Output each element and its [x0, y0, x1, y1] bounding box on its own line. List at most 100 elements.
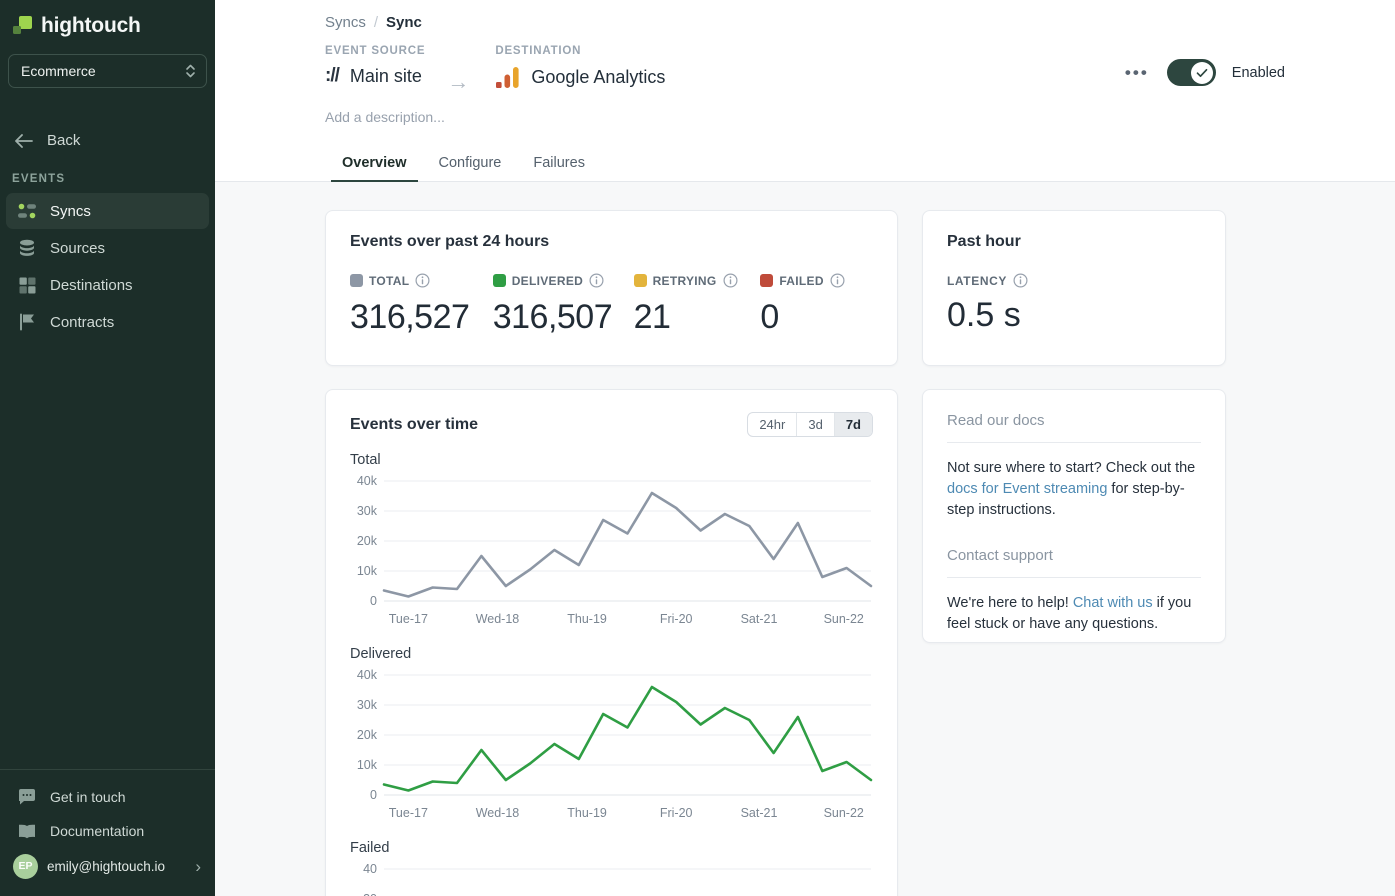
enabled-toggle[interactable] — [1167, 59, 1216, 86]
breadcrumb-parent[interactable]: Syncs — [325, 14, 366, 31]
overflow-menu-button[interactable]: ••• — [1123, 60, 1151, 85]
contact-support-block: Contact support We're here to help! Chat… — [947, 547, 1201, 635]
sidebar-item-label: Sources — [50, 240, 105, 257]
svg-text:Sat-21: Sat-21 — [741, 806, 778, 820]
svg-text:40k: 40k — [357, 668, 378, 682]
info-icon[interactable] — [723, 273, 738, 288]
svg-text:Sat-21: Sat-21 — [741, 612, 778, 626]
user-account-button[interactable]: EP emily@hightouch.io › — [6, 848, 209, 884]
get-in-touch-button[interactable]: Get in touch — [6, 780, 209, 814]
metric-failed: FAILED 0 — [760, 273, 873, 337]
past-hour-title: Past hour — [947, 233, 1201, 251]
page-header: Syncs / Sync EVENT SOURCE :// Main site … — [215, 0, 1395, 181]
description-placeholder[interactable]: Add a description... — [325, 109, 1285, 125]
svg-text:0: 0 — [370, 788, 377, 802]
failed-swatch-icon — [760, 274, 773, 287]
check-icon — [1196, 68, 1208, 78]
svg-text:Fri-20: Fri-20 — [660, 612, 693, 626]
metric-value: 0 — [760, 298, 873, 337]
back-button[interactable]: Back — [0, 120, 215, 159]
chat-bubble-icon — [17, 789, 37, 805]
book-icon — [17, 824, 37, 839]
tab-bar: Overview Configure Failures — [331, 147, 1285, 181]
documentation-button[interactable]: Documentation — [6, 814, 209, 848]
metrics-row: TOTAL 316,527 — [350, 273, 873, 337]
support-text: We're here to help! — [947, 595, 1073, 611]
delivered-line-chart: 010k20k30k40kTue-17Wed-18Thu-19Fri-20Sat… — [350, 665, 875, 829]
delivered-chart-label: Delivered — [350, 646, 873, 662]
destination-label: DESTINATION — [495, 45, 665, 57]
back-arrow-icon — [14, 134, 33, 148]
info-icon[interactable] — [589, 273, 604, 288]
metric-value: 316,527 — [350, 298, 493, 337]
svg-text:Thu-19: Thu-19 — [567, 806, 607, 820]
time-range-selector: 24hr 3d 7d — [747, 412, 873, 437]
source-destination-row: EVENT SOURCE :// Main site → DESTINATION — [325, 45, 1285, 93]
info-icon[interactable] — [1013, 273, 1028, 288]
back-label: Back — [47, 132, 80, 149]
workspace-selector[interactable]: Ecommerce — [8, 54, 207, 88]
info-icon[interactable] — [415, 273, 430, 288]
svg-text:40k: 40k — [357, 474, 378, 488]
sidebar-item-contracts[interactable]: Contracts — [6, 304, 209, 340]
google-analytics-icon — [495, 65, 520, 90]
tab-overview[interactable]: Overview — [331, 147, 418, 181]
chat-with-us-link[interactable]: Chat with us — [1073, 595, 1153, 611]
sidebar-item-destinations[interactable]: Destinations — [6, 267, 209, 303]
tab-configure[interactable]: Configure — [428, 147, 513, 181]
metric-value: 21 — [634, 298, 761, 337]
sidebar-nav: Syncs Sources — [0, 193, 215, 340]
sidebar-item-label: Destinations — [50, 277, 133, 294]
svg-text:Tue-17: Tue-17 — [389, 806, 428, 820]
delivered-swatch-icon — [493, 274, 506, 287]
header-controls: ••• Enabled — [1123, 45, 1285, 86]
svg-text:10k: 10k — [357, 758, 378, 772]
events-section-label: EVENTS — [0, 159, 215, 193]
event-streaming-docs-link[interactable]: docs for Event streaming — [947, 481, 1107, 497]
metric-delivered: DELIVERED 316,507 — [493, 273, 634, 337]
breadcrumb-current: Sync — [386, 14, 422, 31]
js-source-icon: :// — [325, 65, 339, 87]
events-over-time-card: Events over time 24hr 3d 7d Total 010k20… — [325, 389, 898, 896]
chevron-right-icon: › — [195, 858, 201, 875]
past-hour-card: Past hour LATENCY 0.5 s — [922, 210, 1226, 366]
svg-text:20k: 20k — [357, 534, 378, 548]
grid-icon — [17, 275, 37, 295]
svg-text:20k: 20k — [357, 728, 378, 742]
workspace-selector-value: Ecommerce — [21, 63, 96, 79]
svg-text:Sun-22: Sun-22 — [824, 612, 864, 626]
destination-block: DESTINATION Google Analytics — [495, 45, 665, 90]
database-icon — [17, 238, 37, 258]
svg-text:Tue-17: Tue-17 — [389, 612, 428, 626]
enabled-toggle-label: Enabled — [1232, 65, 1285, 81]
destination-name: Google Analytics — [531, 67, 665, 88]
info-icon[interactable] — [830, 273, 845, 288]
tab-failures[interactable]: Failures — [522, 147, 596, 181]
svg-text:30k: 30k — [357, 698, 378, 712]
hightouch-logo: hightouch — [0, 0, 215, 50]
svg-text:Sun-22: Sun-22 — [824, 806, 864, 820]
up-down-chevron-icon — [185, 63, 196, 79]
latency-label: LATENCY — [947, 274, 1007, 288]
range-24hr-button[interactable]: 24hr — [748, 413, 797, 436]
syncs-icon — [17, 201, 37, 221]
metric-label: RETRYING — [653, 274, 717, 288]
events-24h-card: Events over past 24 hours TOTAL — [325, 210, 898, 366]
breadcrumb: Syncs / Sync — [325, 14, 1285, 31]
sidebar-item-syncs[interactable]: Syncs — [6, 193, 209, 229]
sidebar-item-sources[interactable]: Sources — [6, 230, 209, 266]
range-3d-button[interactable]: 3d — [797, 413, 834, 436]
retrying-swatch-icon — [634, 274, 647, 287]
total-line-chart: 010k20k30k40kTue-17Wed-18Thu-19Fri-20Sat… — [350, 471, 875, 635]
metric-label: DELIVERED — [512, 274, 583, 288]
flag-icon — [17, 312, 37, 332]
events-24h-title: Events over past 24 hours — [350, 233, 873, 251]
hightouch-logo-text: hightouch — [41, 14, 141, 38]
total-chart-label: Total — [350, 452, 873, 468]
metric-label: TOTAL — [369, 274, 409, 288]
avatar: EP — [13, 854, 38, 879]
range-7d-button[interactable]: 7d — [835, 413, 872, 436]
hightouch-logo-icon — [12, 16, 32, 36]
breadcrumb-separator: / — [374, 14, 378, 31]
metric-label: FAILED — [779, 274, 823, 288]
